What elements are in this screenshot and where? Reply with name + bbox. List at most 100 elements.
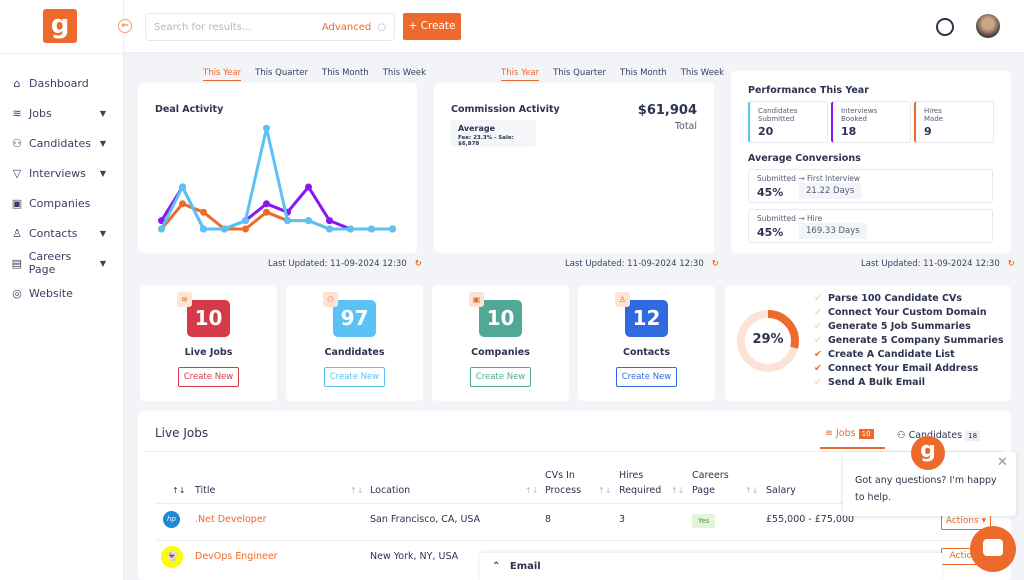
refresh-icon[interactable]: ↻: [415, 259, 422, 269]
conversion-row: Submitted → First Interview 45% 21.22 Days: [748, 169, 993, 203]
task-label: Generate 5 Job Summaries: [828, 321, 971, 332]
check-icon: ✔: [814, 377, 822, 388]
stat-label: Companies: [471, 347, 530, 358]
data-point[interactable]: [368, 225, 375, 233]
box-label: Booked: [841, 115, 867, 123]
job-title-link[interactable]: .Net Developer: [195, 514, 267, 525]
column-header[interactable]: CVs In Process: [545, 468, 605, 498]
performance-box: Hires Made 9: [914, 101, 994, 143]
live-jobs-title: Live Jobs: [155, 426, 209, 440]
box-value: 20: [758, 125, 774, 138]
data-point[interactable]: [326, 217, 333, 225]
data-point[interactable]: [347, 225, 354, 233]
jobs-count-badge: 10: [858, 429, 874, 439]
commission-last-updated: Last Updated: 11-09-2024 12:30 ↻: [565, 259, 719, 269]
conversion-row: Submitted → Hire 45% 169.33 Days: [748, 209, 993, 243]
box-label: Submitted: [758, 115, 795, 123]
performance-box: Candidates Submitted 20: [748, 101, 828, 143]
onboarding-task[interactable]: ✔ Create A Candidate List: [814, 349, 955, 360]
data-point[interactable]: [158, 225, 165, 233]
data-point[interactable]: [200, 208, 207, 216]
stat-label: Candidates: [324, 347, 385, 358]
refresh-icon[interactable]: ↻: [1008, 259, 1015, 269]
column-header[interactable]: Title: [195, 483, 345, 498]
onboarding-task[interactable]: ✔ Parse 100 Candidate CVs: [814, 293, 962, 304]
create-new-button[interactable]: Create New: [324, 367, 385, 387]
data-point[interactable]: [200, 225, 207, 233]
data-point[interactable]: [305, 217, 312, 225]
arrow-right-icon: →: [798, 214, 805, 223]
sort-icon[interactable]: ↑↓: [671, 486, 684, 495]
create-new-button[interactable]: Create New: [616, 367, 677, 387]
onboarding-task[interactable]: ✔ Generate 5 Company Summaries: [814, 335, 1003, 346]
email-panel-title: Email: [509, 561, 541, 572]
data-point[interactable]: [179, 183, 186, 191]
data-point[interactable]: [326, 225, 333, 233]
data-point[interactable]: [389, 225, 396, 233]
last-updated-text: Last Updated: 11-09-2024 12:30: [565, 259, 704, 269]
sort-icon[interactable]: ↑↓: [172, 486, 185, 495]
refresh-icon[interactable]: ↻: [712, 259, 719, 269]
conv-to: First Interview: [807, 174, 861, 183]
check-icon: ✔: [814, 335, 822, 346]
task-label: Create A Candidate List: [828, 349, 955, 360]
performance-box: Interviews Booked 18: [831, 101, 911, 143]
onboarding-task[interactable]: ✔ Send A Bulk Email: [814, 377, 925, 388]
onboarding-task[interactable]: ✔ Connect Your Custom Domain: [814, 307, 987, 318]
column-header[interactable]: Hires Required: [619, 468, 679, 498]
layers-icon: ≋: [177, 292, 192, 307]
column-header[interactable]: Location: [370, 483, 520, 498]
conv-from: Submitted: [757, 214, 796, 223]
average-box: Average Fee: 23.3% - Sale: $6,878: [450, 120, 536, 147]
email-panel[interactable]: ⌃ Email: [480, 553, 942, 580]
onboarding-percent: 29%: [752, 332, 784, 347]
data-point[interactable]: [221, 225, 228, 233]
data-point[interactable]: [179, 200, 186, 208]
check-icon: ✔: [814, 363, 822, 374]
box-label: Interviews: [841, 107, 878, 115]
average-label: Average: [458, 124, 496, 133]
commission-activity-card: Commission Activity $61,904 Total Averag…: [434, 83, 714, 253]
careers-page-badge: Yes: [692, 514, 716, 528]
onboarding-task[interactable]: ✔ Connect Your Email Address: [814, 363, 978, 374]
task-label: Connect Your Custom Domain: [828, 307, 987, 318]
stat-value: 10: [187, 300, 230, 337]
candidates-count-badge: 18: [965, 431, 981, 441]
chevron-up-icon[interactable]: ⌃: [492, 561, 500, 572]
stat-card-live-jobs: 10 ≋ Live Jobs Create New: [140, 285, 277, 401]
chat-message: Got any questions? I'm happy to help.: [855, 475, 997, 503]
create-new-button[interactable]: Create New: [470, 367, 531, 387]
sort-icon[interactable]: ↑↓: [525, 486, 538, 495]
chat-bubble-icon: [983, 539, 1003, 556]
data-point[interactable]: [263, 200, 270, 208]
data-point[interactable]: [284, 217, 291, 225]
close-icon[interactable]: ✕: [997, 455, 1008, 470]
job-title-link[interactable]: DevOps Engineer: [195, 551, 278, 562]
commission-total: $61,904: [637, 103, 697, 118]
divider: [155, 540, 995, 541]
data-point[interactable]: [242, 217, 249, 225]
data-point[interactable]: [263, 124, 270, 132]
create-new-button[interactable]: Create New: [178, 367, 239, 387]
task-label: Generate 5 Company Summaries: [828, 335, 1004, 346]
stat-value: 10: [479, 300, 522, 337]
tab-jobs[interactable]: ≋ Jobs 10: [820, 428, 885, 449]
onboarding-task[interactable]: ✔ Generate 5 Job Summaries: [814, 321, 971, 332]
column-header[interactable]: Careers Page: [692, 468, 752, 498]
sort-icon[interactable]: ↑↓: [598, 486, 611, 495]
job-location: New York, NY, USA: [370, 551, 459, 562]
conv-percent: 45%: [757, 186, 784, 199]
arrow-right-icon: →: [798, 174, 805, 183]
conversions-title: Average Conversions: [748, 153, 861, 164]
average-detail: Fee: 23.3% - Sale: $6,878: [458, 135, 514, 147]
conv-to: Hire: [807, 214, 823, 223]
layers-icon: ≋: [825, 428, 833, 439]
chat-launcher-button[interactable]: [970, 526, 1016, 572]
data-point[interactable]: [242, 225, 249, 233]
check-icon: ✔: [814, 307, 822, 318]
sort-icon[interactable]: ↑↓: [745, 486, 758, 495]
data-point[interactable]: [263, 208, 270, 216]
job-location: San Francisco, CA, USA: [370, 514, 481, 525]
data-point[interactable]: [305, 183, 312, 191]
sort-icon[interactable]: ↑↓: [350, 486, 363, 495]
